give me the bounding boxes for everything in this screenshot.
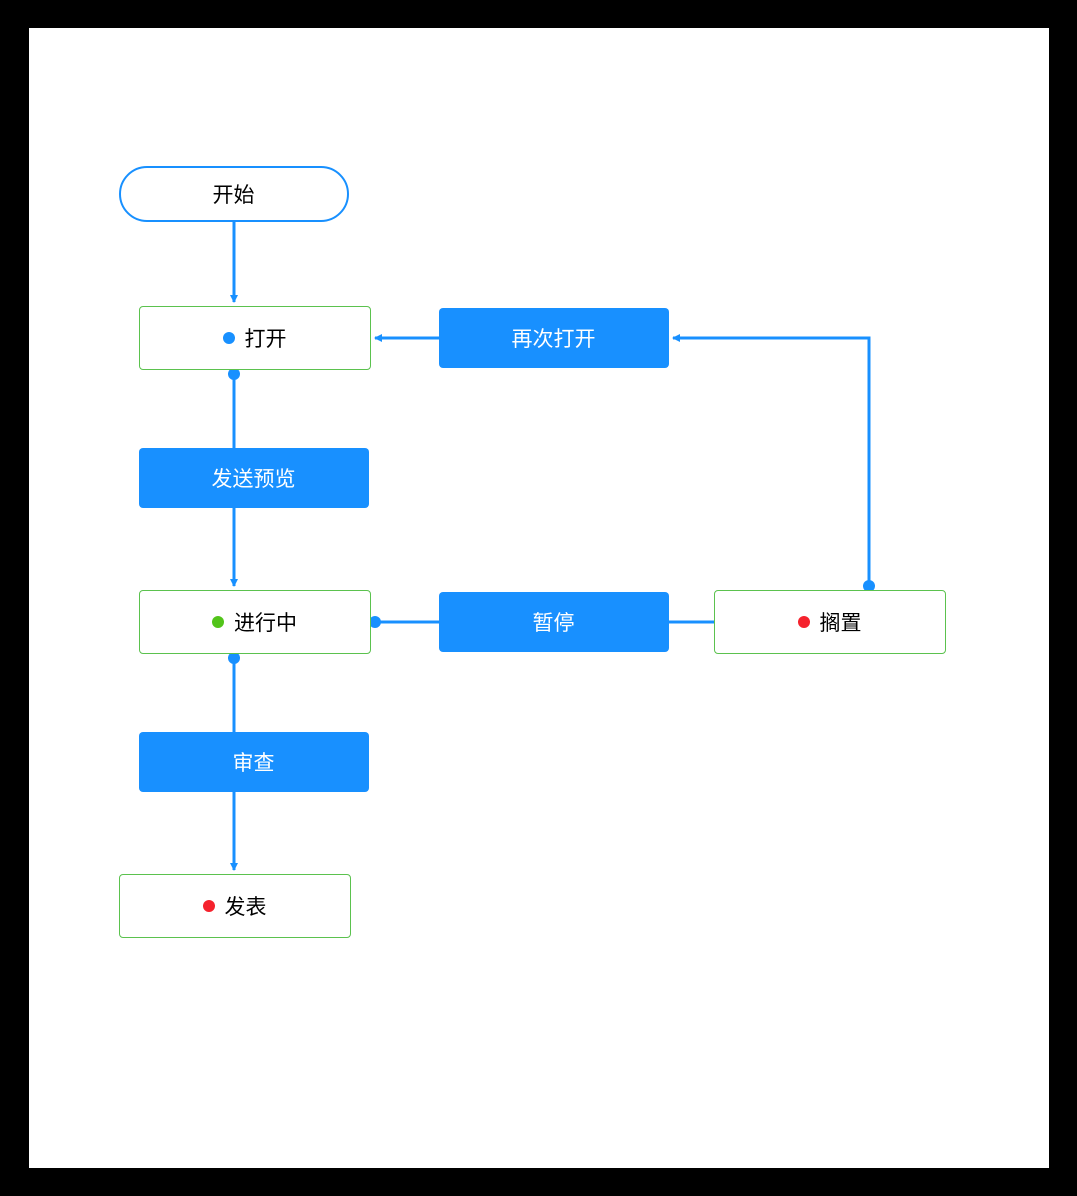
status-dot-icon bbox=[212, 616, 224, 628]
node-review-label: 审查 bbox=[233, 747, 275, 777]
node-open: 打开 bbox=[139, 306, 371, 370]
node-reopen: 再次打开 bbox=[439, 308, 669, 368]
node-reopen-label: 再次打开 bbox=[512, 323, 596, 353]
status-dot-icon bbox=[223, 332, 235, 344]
node-preview: 发送预览 bbox=[139, 448, 369, 508]
flowchart-canvas: 开始 打开 再次打开 发送预览 进行中 暂停 搁置 审查 发表 bbox=[29, 28, 1049, 1168]
status-dot-icon bbox=[203, 900, 215, 912]
node-open-label: 打开 bbox=[245, 323, 287, 353]
node-hold-label: 搁置 bbox=[820, 607, 862, 637]
node-hold: 搁置 bbox=[714, 590, 946, 654]
node-publish: 发表 bbox=[119, 874, 351, 938]
node-inprogress-label: 进行中 bbox=[234, 607, 297, 637]
node-publish-label: 发表 bbox=[225, 891, 267, 921]
node-start: 开始 bbox=[119, 166, 349, 222]
node-review: 审查 bbox=[139, 732, 369, 792]
node-preview-label: 发送预览 bbox=[212, 463, 296, 493]
node-start-label: 开始 bbox=[213, 179, 255, 209]
node-pause: 暂停 bbox=[439, 592, 669, 652]
status-dot-icon bbox=[798, 616, 810, 628]
node-pause-label: 暂停 bbox=[533, 607, 575, 637]
node-inprogress: 进行中 bbox=[139, 590, 371, 654]
